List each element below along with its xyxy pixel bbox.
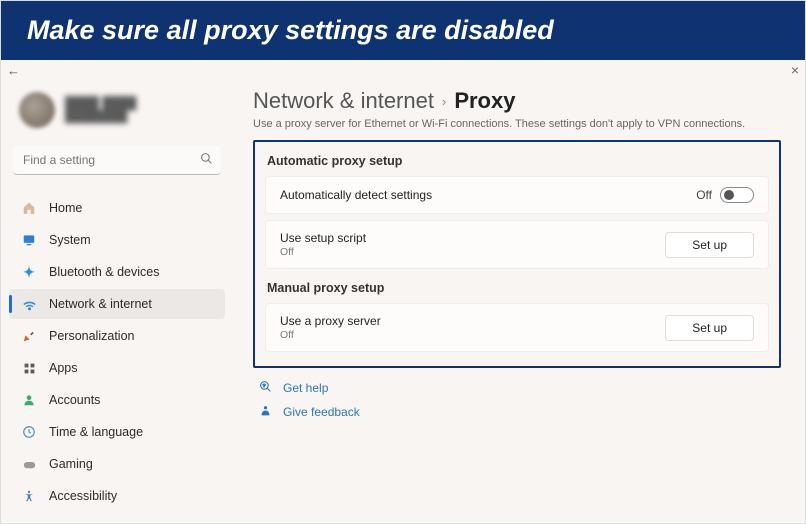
sidebar-item-accounts[interactable]: Accounts [9,385,225,415]
back-icon[interactable]: ← [7,63,20,78]
banner-text: Make sure all proxy settings are disable… [27,15,554,45]
sidebar-item-label: Personalization [49,329,134,343]
chevron-right-icon: › [442,94,446,109]
apps-icon [21,360,37,376]
auto-detect-toggle[interactable] [720,187,754,203]
row-sublabel: Off [280,246,366,258]
proxy-setup-button[interactable]: Set up [665,315,754,341]
highlighted-box: Automatic proxy setup Automatically dete… [253,140,781,368]
sidebar-item-bluetooth[interactable]: ✦ Bluetooth & devices [9,257,225,287]
sidebar-item-label: Accessibility [49,489,117,503]
row-label: Use a proxy server [280,314,381,328]
row-proxy-server: Use a proxy server Off Set up [265,303,769,352]
row-label: Automatically detect settings [280,188,432,202]
toggle-state-label: Off [696,188,712,202]
link-label: Give feedback [283,405,360,419]
user-profile[interactable]: ████ ████ ████████ [9,84,225,136]
row-label: Use setup script [280,231,366,245]
search-icon[interactable] [200,152,213,168]
close-icon[interactable]: × [791,62,799,78]
sidebar-item-label: Gaming [49,457,93,471]
row-sublabel: Off [280,329,381,341]
sidebar-item-label: Home [49,201,82,215]
sidebar-item-network[interactable]: Network & internet [9,289,225,319]
sidebar: ████ ████ ████████ Home System ✦ Bluetoot… [1,80,233,522]
home-icon [21,200,37,216]
svg-text:?: ? [262,383,265,389]
sidebar-item-time[interactable]: Time & language [9,417,225,447]
bluetooth-icon: ✦ [21,264,37,280]
profile-text: ████ ████ ████████ [65,97,136,122]
give-feedback-link[interactable]: Give feedback [257,404,777,420]
sidebar-item-label: Apps [49,361,78,375]
system-icon [21,232,37,248]
sidebar-item-home[interactable]: Home [9,193,225,223]
breadcrumb-parent[interactable]: Network & internet [253,88,434,114]
sidebar-item-system[interactable]: System [9,225,225,255]
nav-list: Home System ✦ Bluetooth & devices Network… [9,191,225,522]
sidebar-item-gaming[interactable]: Gaming [9,449,225,479]
sidebar-item-accessibility[interactable]: Accessibility [9,481,225,511]
sidebar-item-label: Accounts [49,393,100,407]
network-icon [21,296,37,312]
search-input[interactable] [13,146,221,175]
get-help-link[interactable]: ? Get help [257,380,777,396]
gaming-icon [21,456,37,472]
section-title-manual: Manual proxy setup [267,281,767,295]
sidebar-item-apps[interactable]: Apps [9,353,225,383]
sidebar-item-personalization[interactable]: Personalization [9,321,225,351]
avatar [19,92,55,128]
search-box [13,146,221,175]
page-subheading: Use a proxy server for Ethernet or Wi-Fi… [253,118,781,130]
sidebar-item-label: Bluetooth & devices [49,265,160,279]
accounts-icon [21,392,37,408]
sidebar-item-label: Privacy & security [49,521,148,522]
titlebar: ← × [1,60,805,80]
setup-script-button[interactable]: Set up [665,232,754,258]
time-icon [21,424,37,440]
breadcrumb-current: Proxy [454,88,515,114]
settings-window: ← × ████ ████ ████████ Home System ✦ Blue… [1,60,805,522]
breadcrumb: Network & internet › Proxy [253,88,781,114]
instruction-banner: Make sure all proxy settings are disable… [1,1,805,60]
sidebar-item-privacy[interactable]: Privacy & security [9,513,225,522]
accessibility-icon [21,488,37,504]
row-auto-detect: Automatically detect settings Off [265,176,769,214]
link-label: Get help [283,381,328,395]
feedback-icon [257,404,273,420]
personalization-icon [21,328,37,344]
sidebar-item-label: Network & internet [49,297,152,311]
help-icon: ? [257,380,273,396]
row-setup-script: Use setup script Off Set up [265,220,769,269]
sidebar-item-label: Time & language [49,425,143,439]
sidebar-item-label: System [49,233,91,247]
privacy-icon [21,520,37,522]
section-title-auto: Automatic proxy setup [267,154,767,168]
main-content: Network & internet › Proxy Use a proxy s… [233,80,805,522]
